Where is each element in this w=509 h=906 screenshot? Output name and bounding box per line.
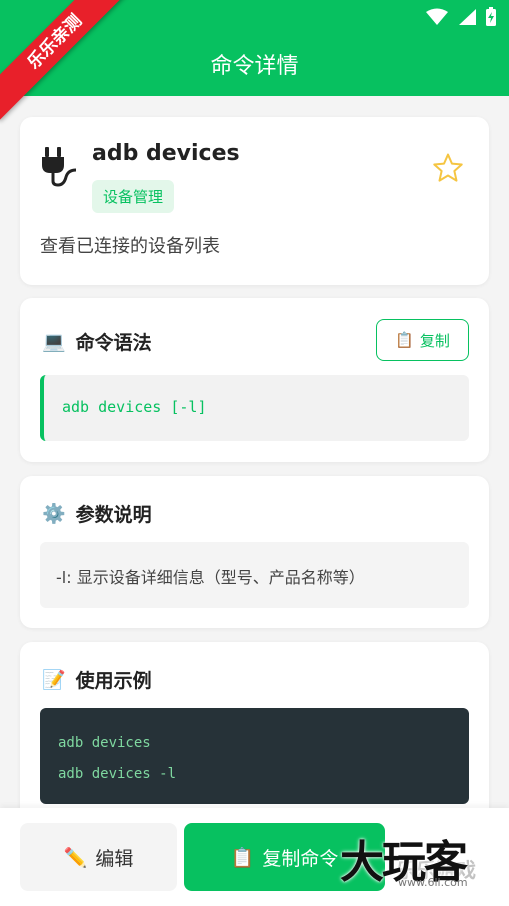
command-description: 查看已连接的设备列表 [40,236,220,257]
example-code-block: adb devices adb devices -l [40,708,469,804]
ribbon-text: 乐乐亲测 [0,0,130,121]
params-section-title: ⚙️ 参数说明 [42,500,152,527]
example-line: adb devices [58,735,151,751]
examples-card: 📝 使用示例 adb devices adb devices -l [20,642,489,832]
examples-title-text: 使用示例 [75,670,152,692]
watermark: 乐乐游戏 大玩客 www.6ll.com [340,826,509,906]
example-line: adb devices -l [58,766,177,782]
syntax-section-title: 💻 命令语法 [42,328,152,355]
copy-command-label: 复制命令 [262,847,339,870]
examples-section-title: 📝 使用示例 [42,666,152,693]
status-bar [425,6,497,28]
syntax-card: 💻 命令语法 📋 复制 adb devices [-l] [20,298,489,462]
category-tag: 设备管理 [92,180,175,213]
clipboard-icon: 📋 [230,846,255,869]
laptop-icon: 💻 [42,331,66,353]
param-description: -l: 显示设备详细信息（型号、产品名称等） [40,542,469,608]
copy-syntax-button[interactable]: 📋 复制 [376,319,469,361]
syntax-title-text: 命令语法 [75,332,152,354]
memo-icon: 📝 [42,669,66,691]
corner-ribbon: 乐乐亲测 [0,0,130,130]
params-title-text: 参数说明 [75,504,152,526]
command-info-card: adb devices 设备管理 查看已连接的设备列表 [20,117,489,285]
pencil-icon: ✏️ [63,846,88,869]
signal-icon [459,9,476,25]
command-name: adb devices [92,141,240,166]
gear-icon: ⚙️ [42,503,66,525]
watermark-url: www.6ll.com [398,876,468,889]
star-outline-icon[interactable] [431,151,465,185]
params-card: ⚙️ 参数说明 -l: 显示设备详细信息（型号、产品名称等） [20,476,489,628]
edit-label: 编辑 [95,847,134,870]
plug-icon [42,147,77,187]
syntax-code: adb devices [-l] [40,375,469,441]
clipboard-icon: 📋 [395,331,414,349]
edit-button[interactable]: ✏️ 编辑 [20,823,177,891]
copy-syntax-label: 复制 [419,331,450,350]
wifi-icon [426,8,448,25]
battery-charging-icon [486,7,496,26]
